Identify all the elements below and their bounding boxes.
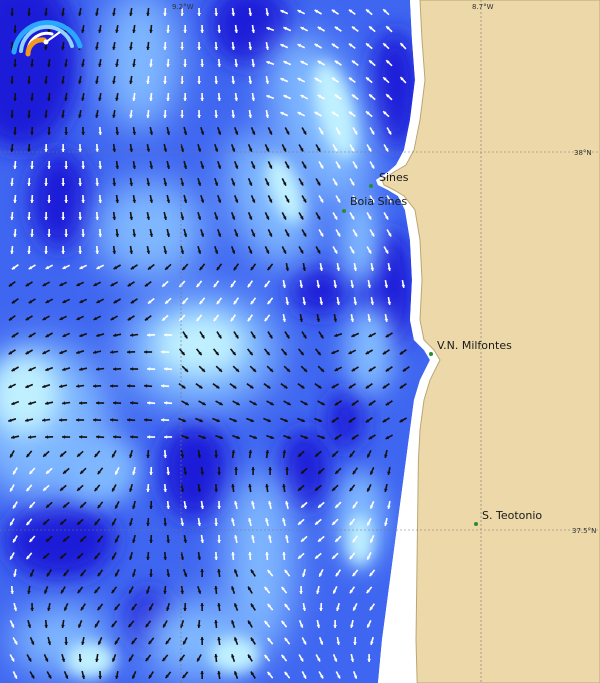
- deep-patch: [327, 390, 363, 450]
- place-dot-s-teotonio: [474, 522, 478, 526]
- place-label-s-teotonio: S. Teotonio: [482, 509, 542, 522]
- deep-patch: [30, 150, 90, 250]
- place-label-vn-milfontes: V.N. Milfontes: [437, 339, 512, 352]
- pale-core: [65, 642, 115, 678]
- place-label-sines: Sines: [379, 171, 409, 184]
- grid-label-lat-38n: 38°N: [574, 149, 592, 157]
- place-dot-sines: [369, 184, 373, 188]
- forecast-map: 9.2°W 8.7°W 38°N 37.5°N Sines Boia Sines…: [0, 0, 600, 683]
- map-canvas: 9.2°W 8.7°W 38°N 37.5°N Sines Boia Sines…: [0, 0, 600, 683]
- grid-label-lat-37-5n: 37.5°N: [572, 527, 596, 535]
- pale-core: [210, 637, 260, 673]
- grid-label-lon-9-2w: 9.2°W: [172, 3, 194, 11]
- place-dot-boia-sines: [342, 209, 346, 213]
- grid-label-lon-8-7w: 8.7°W: [472, 3, 494, 11]
- place-label-boia-sines: Boia Sines: [350, 195, 407, 208]
- light-patch: [340, 195, 380, 285]
- deep-patch: [290, 265, 350, 315]
- place-dot-vn-milfontes: [429, 352, 433, 356]
